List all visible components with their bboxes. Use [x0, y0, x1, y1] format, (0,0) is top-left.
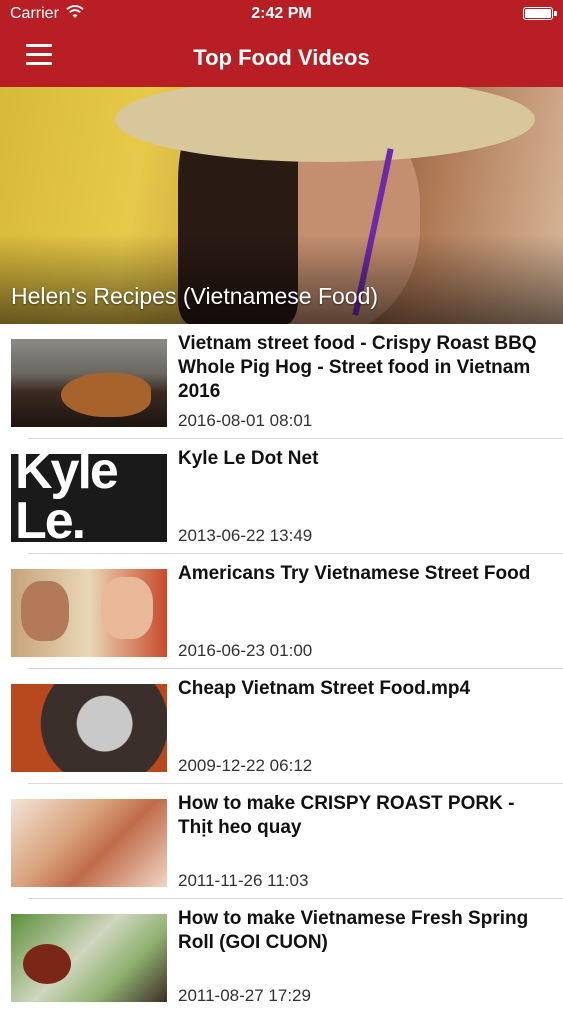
banner-image-hat: [115, 87, 535, 162]
video-date: 2011-08-27 17:29: [178, 986, 311, 1005]
status-time: 2:42 PM: [251, 5, 312, 22]
video-date: 2011-11-26 11:03: [178, 871, 309, 890]
video-date: 2016-06-23 01:00: [178, 641, 313, 660]
video-title: Vietnam street food - Crispy Roast BBQ W…: [178, 333, 537, 402]
battery-icon: [523, 7, 553, 20]
video-title: Cheap Vietnam Street Food.mp4: [178, 678, 471, 699]
video-list-item[interactable]: Vietnam street food - Crispy Roast BBQ W…: [0, 324, 563, 439]
video-list-item[interactable]: Kyle Le. Kyle Le Dot Net 2013-06-22 13:4…: [0, 439, 563, 554]
sauce-bowl-shape: [23, 944, 71, 984]
video-list-item[interactable]: Americans Try Vietnamese Street Food 201…: [0, 554, 563, 669]
video-date: 2009-12-22 06:12: [178, 756, 313, 775]
video-title: How to make Vietnamese Fresh Spring Roll…: [178, 908, 529, 953]
video-date: 2016-08-01 08:01: [178, 411, 313, 430]
nav-bar: Top Food Videos: [0, 28, 563, 87]
battery-tip: [554, 11, 557, 16]
video-list-item[interactable]: Cheap Vietnam Street Food.mp4 2009-12-22…: [0, 669, 563, 784]
roast-pig-shape: [61, 373, 151, 417]
person-shape: [101, 577, 153, 639]
video-thumbnail: [11, 339, 167, 427]
video-title: How to make CRISPY ROAST PORK - Thịt heo…: [178, 793, 515, 838]
banner-shade: [0, 234, 563, 324]
channel-title: Helen's Recipes (Vietnamese Food): [11, 283, 379, 309]
thumbnail-logo-text: Kyle Le.: [15, 454, 119, 542]
video-thumbnail: [11, 914, 167, 1002]
video-list: Vietnam street food - Crispy Roast BBQ W…: [0, 324, 563, 1014]
status-bar: Carrier 2:42 PM: [0, 0, 563, 28]
video-title: Americans Try Vietnamese Street Food: [178, 563, 531, 584]
video-thumbnail: [11, 684, 167, 772]
page-title: Top Food Videos: [193, 45, 370, 70]
video-list-item[interactable]: How to make CRISPY ROAST PORK - Thịt heo…: [0, 784, 563, 899]
video-date: 2013-06-22 13:49: [178, 526, 313, 545]
video-thumbnail: [11, 799, 167, 887]
video-title: Kyle Le Dot Net: [178, 448, 319, 469]
video-thumbnail: [11, 569, 167, 657]
person-shape: [21, 581, 69, 641]
channel-banner[interactable]: Helen's Recipes (Vietnamese Food): [0, 87, 563, 324]
video-list-item[interactable]: How to make Vietnamese Fresh Spring Roll…: [0, 899, 563, 1014]
video-thumbnail: Kyle Le.: [11, 454, 167, 542]
